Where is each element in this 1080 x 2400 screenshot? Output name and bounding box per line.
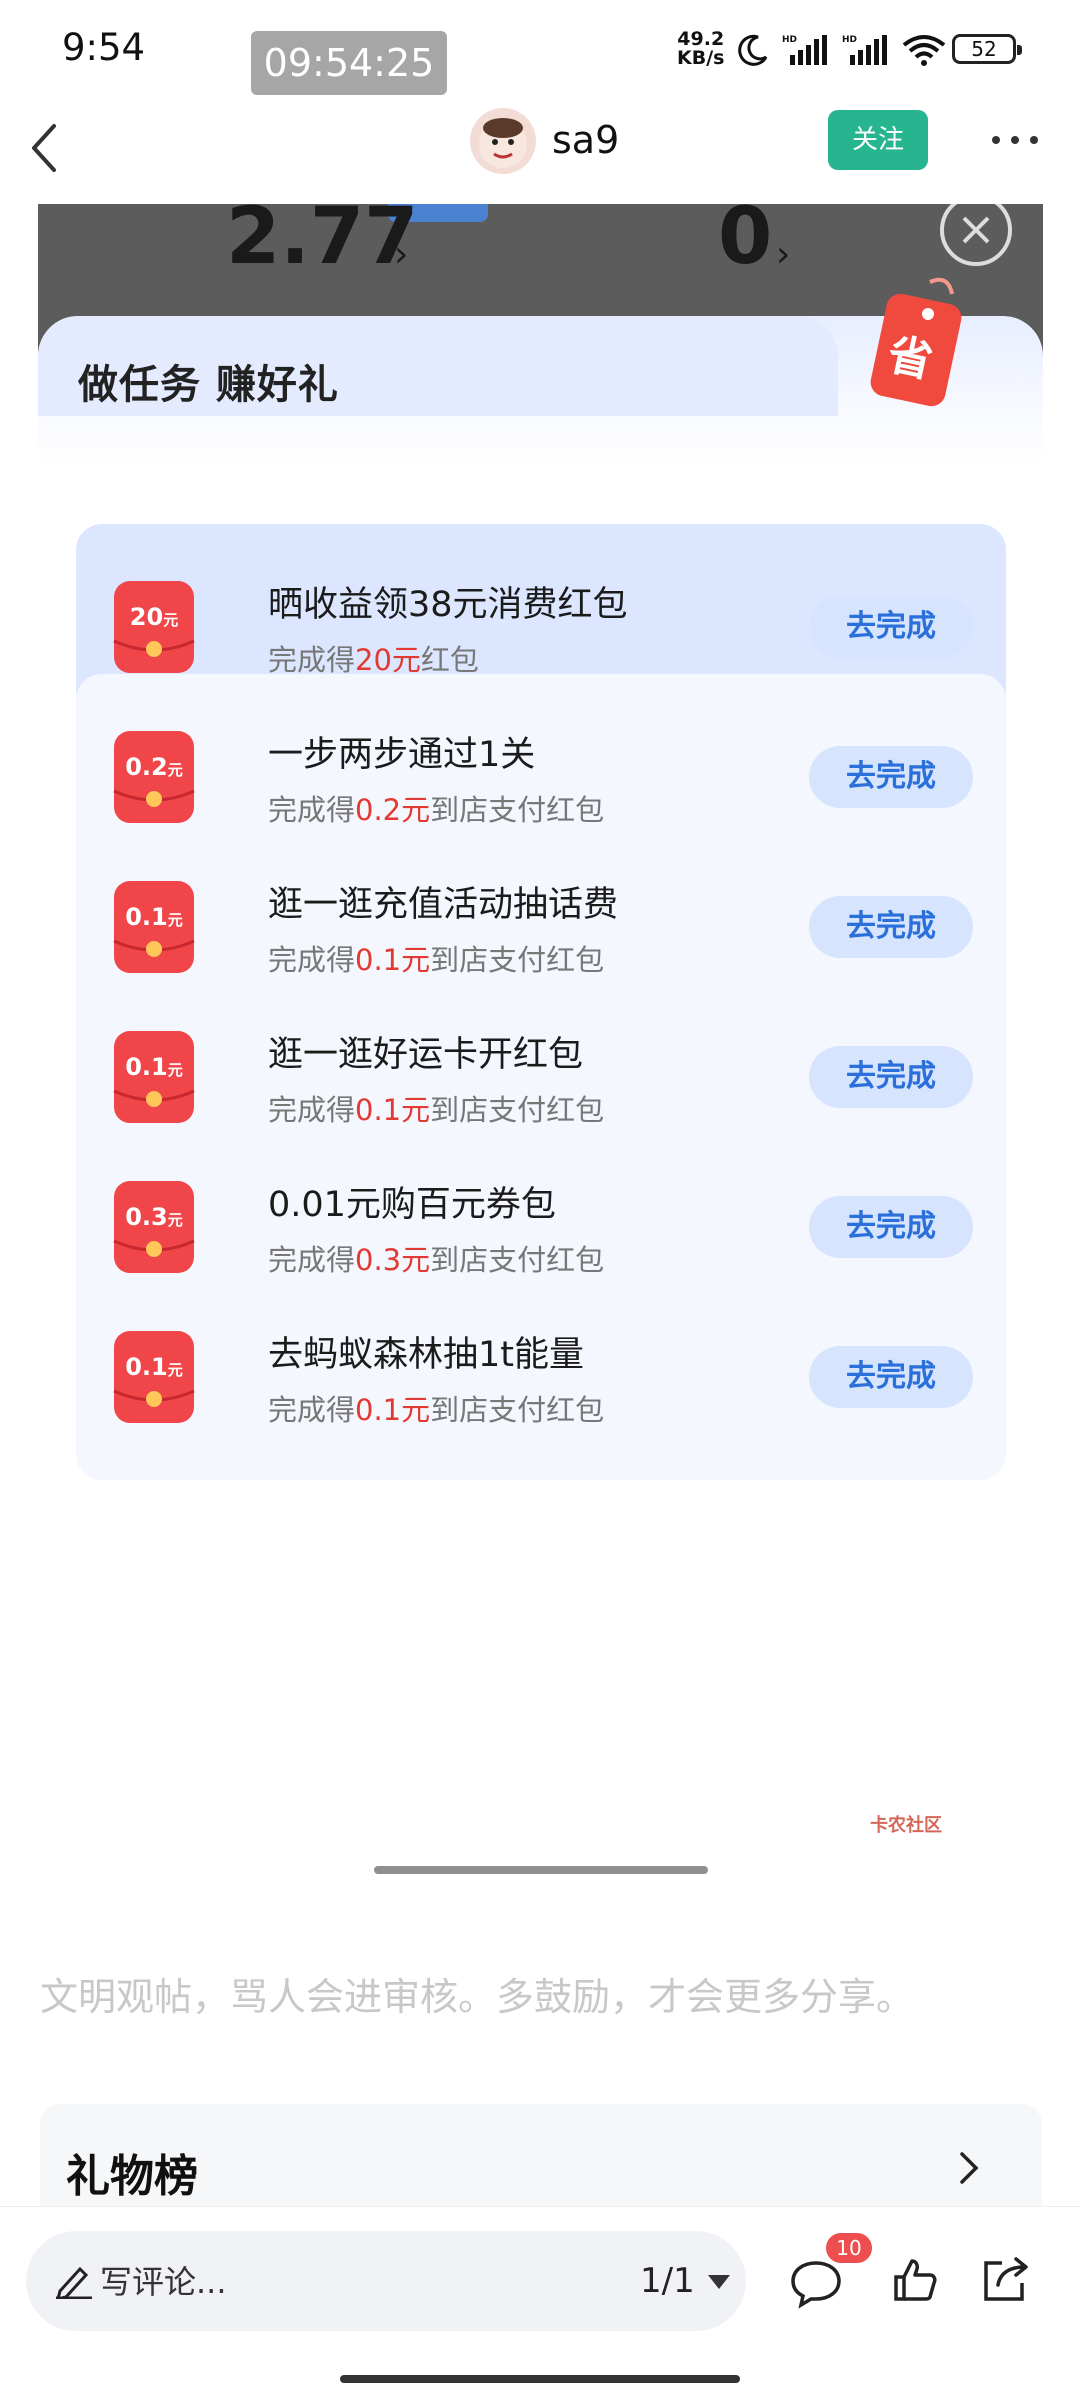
post-header: sa9 关注 (0, 100, 1080, 204)
complete-task-button[interactable]: 去完成 (809, 746, 973, 808)
task-reward: 完成得0.2元到店支付红包 (268, 787, 604, 829)
screen-record-timer: 09:54:25 (251, 31, 447, 95)
task-card[interactable]: 0.1元 去蚂蚁森林抽1t能量 完成得0.1元到店支付红包 去完成 (76, 1274, 1006, 1480)
task-reward-suffix: 到店支付红包 (430, 1393, 605, 1427)
image-chevron-icon: › (394, 234, 409, 275)
task-reward-suffix: 到店支付红包 (430, 1093, 605, 1127)
comment-count-badge: 10 (826, 2233, 872, 2263)
task-reward: 完成得0.1元到店支付红包 (268, 937, 604, 979)
task-reward-prefix: 完成得 (268, 1093, 356, 1127)
comment-guideline: 文明观帖，骂人会进审核。多鼓励，才会更多分享。 (40, 1975, 915, 2019)
task-reward: 完成得0.3元到店支付红包 (268, 1237, 604, 1279)
caret-down-icon[interactable] (708, 2275, 730, 2289)
task-reward: 完成得0.1元到店支付红包 (268, 1387, 604, 1429)
task-reward-amount: 0.1元 (355, 1393, 431, 1427)
task-reward-prefix: 完成得 (268, 943, 356, 977)
image-chevron-icon-2: › (776, 234, 791, 275)
task-reward: 完成得20元红包 (268, 637, 479, 679)
task-reward: 完成得0.1元到店支付红包 (268, 1087, 604, 1129)
task-title: 晒收益领38元消费红包 (268, 585, 628, 625)
avatar-face-icon (479, 118, 527, 168)
task-reward-amount: 0.1元 (355, 943, 431, 977)
thumbs-up-icon[interactable] (892, 2257, 938, 2303)
back-arrow-icon[interactable] (24, 116, 64, 180)
signal-icon-2: HD (842, 35, 887, 65)
save-tag-icon: 省 (870, 277, 962, 407)
signal-icon: HD (782, 35, 827, 65)
red-packet-icon: 20元 (113, 581, 195, 673)
task-reward-prefix: 完成得 (268, 643, 356, 677)
chevron-right-icon[interactable] (956, 2148, 982, 2188)
svg-text:HD: HD (782, 35, 797, 45)
red-packet-icon: 0.1元 (113, 881, 195, 973)
network-speed: 49.2 KB/s (677, 30, 724, 68)
image-stat-left: 2.77 (226, 204, 419, 282)
task-title: 去蚂蚁森林抽1t能量 (268, 1335, 584, 1375)
battery-indicator: 52 (952, 34, 1022, 64)
page-indicator[interactable]: 1/1 (640, 2261, 695, 2301)
task-reward-prefix: 完成得 (268, 1393, 356, 1427)
status-bar: 9:54 09:54:25 49.2 KB/s HD HD 52 (0, 0, 1080, 100)
complete-task-button[interactable]: 去完成 (809, 1346, 973, 1408)
share-icon[interactable] (980, 2255, 1032, 2303)
image-scroll-indicator (374, 1866, 708, 1874)
watermark: 卡农社区 (870, 1815, 942, 1836)
task-title: 逛一逛好运卡开红包 (268, 1035, 584, 1075)
task-reward-suffix: 红包 (420, 643, 479, 677)
task-reward-amount: 20元 (355, 643, 421, 677)
task-reward-amount: 0.1元 (355, 1093, 431, 1127)
bottom-bar: 写评论... 1/1 10 (0, 2206, 1080, 2400)
comment-placeholder: 写评论... (100, 2263, 227, 2301)
avatar[interactable] (470, 108, 536, 174)
task-title: 一步两步通过1关 (268, 735, 536, 775)
task-panel-title: 做任务 赚好礼 (78, 362, 339, 408)
comment-input[interactable]: 写评论... 1/1 (26, 2231, 746, 2331)
post-image[interactable]: 2.77 › 0 › 元 做任务 赚好礼 省 20元晒收益领38元消费红包完成得… (38, 204, 1043, 1854)
username[interactable]: sa9 (552, 118, 619, 162)
task-reward-suffix: 到店支付红包 (430, 943, 605, 977)
task-reward-amount: 0.2元 (355, 793, 431, 827)
task-reward-suffix: 到店支付红包 (430, 793, 605, 827)
svg-text:HD: HD (842, 35, 857, 45)
pen-icon (56, 2266, 92, 2299)
red-packet-icon: 0.2元 (113, 731, 195, 823)
task-reward-amount: 0.3元 (355, 1243, 431, 1277)
complete-task-button[interactable]: 去完成 (809, 896, 973, 958)
follow-button[interactable]: 关注 (828, 110, 928, 170)
comment-icon[interactable] (790, 2259, 842, 2309)
red-packet-icon: 0.1元 (113, 1031, 195, 1123)
task-reward-prefix: 完成得 (268, 1243, 356, 1277)
task-title: 0.01元购百元券包 (268, 1185, 556, 1225)
complete-task-button[interactable]: 去完成 (809, 1046, 973, 1108)
wifi-icon (902, 35, 946, 66)
more-options-icon[interactable] (990, 130, 1040, 150)
moon-icon (738, 34, 768, 66)
task-title: 逛一逛充值活动抽话费 (268, 885, 619, 925)
image-close-icon (940, 204, 1012, 266)
status-time: 9:54 (62, 26, 146, 69)
task-reward-suffix: 到店支付红包 (430, 1243, 605, 1277)
gift-board-title: 礼物榜 (66, 2151, 198, 2202)
red-packet-icon: 0.1元 (113, 1331, 195, 1423)
home-indicator (340, 2375, 740, 2383)
task-reward-prefix: 完成得 (268, 793, 356, 827)
network-speed-unit: KB/s (677, 47, 725, 69)
status-icons: HD HD (736, 30, 946, 70)
complete-task-button[interactable]: 去完成 (809, 1196, 973, 1258)
image-stat-right: 0 (718, 204, 773, 282)
complete-task-button[interactable]: 去完成 (809, 596, 973, 658)
red-packet-icon: 0.3元 (113, 1181, 195, 1273)
